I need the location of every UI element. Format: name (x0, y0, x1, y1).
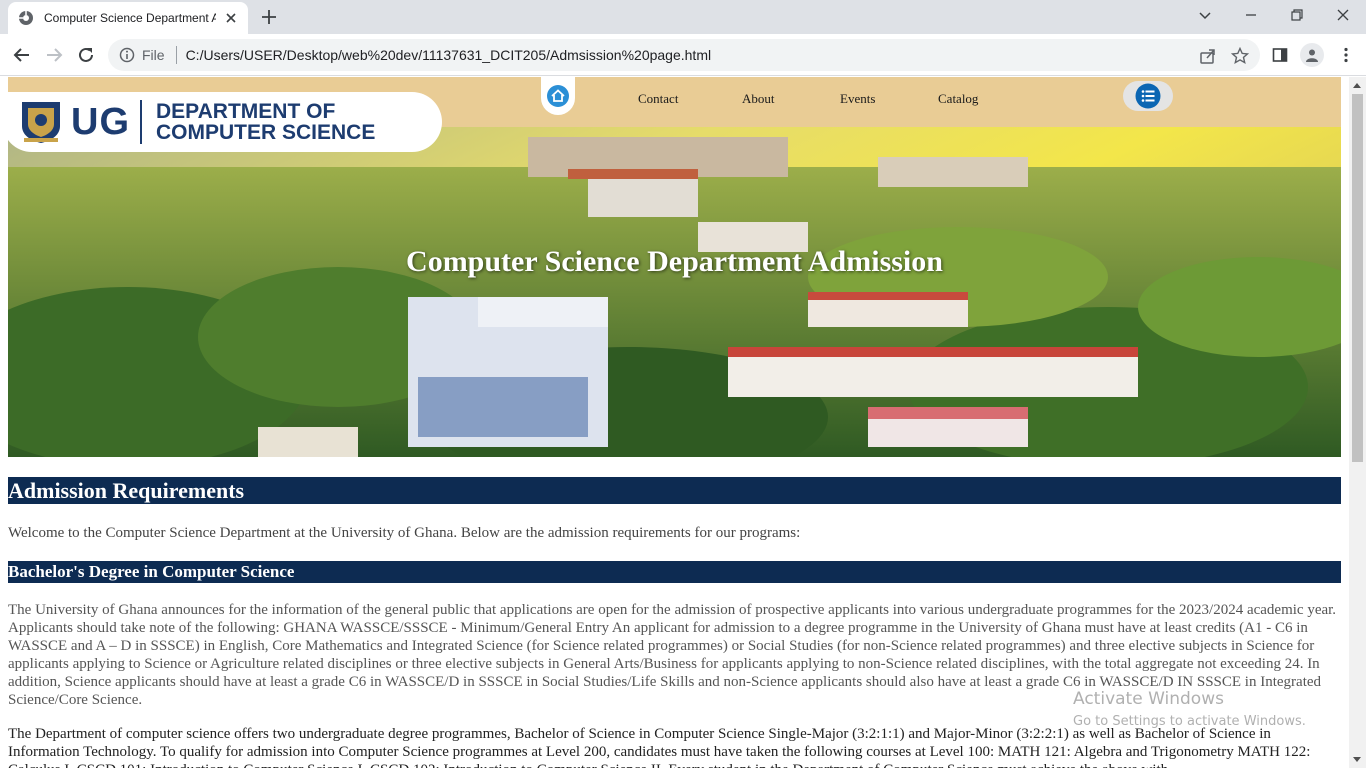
home-button[interactable] (541, 77, 575, 115)
hero-banner: Contact About Events Catalog UG DEPARTME… (8, 77, 1341, 457)
admission-requirements-heading: Admission Requirements (8, 477, 1341, 504)
menu-button[interactable] (1123, 81, 1173, 111)
university-crest-icon (20, 100, 62, 144)
hero-title: Computer Science Department Admission (406, 245, 943, 278)
scroll-thumb[interactable] (1352, 94, 1363, 462)
home-icon (547, 85, 569, 107)
back-icon[interactable] (12, 45, 32, 65)
tab-strip: Computer Science Department Admission (0, 0, 1366, 34)
nav-link-about[interactable]: About (742, 91, 775, 107)
scroll-down-arrow-icon[interactable] (1353, 757, 1361, 762)
new-tab-icon[interactable] (260, 8, 278, 26)
watermark-line-2: Go to Settings to activate Windows. (1073, 714, 1306, 729)
nav-link-contact[interactable]: Contact (638, 91, 678, 107)
minimize-icon[interactable] (1242, 6, 1260, 24)
watermark-line-1: Activate Windows (1073, 689, 1224, 709)
page-viewport: Contact About Events Catalog UG DEPARTME… (0, 77, 1349, 768)
department-wordmark: DEPARTMENT OF COMPUTER SCIENCE (156, 101, 375, 143)
intro-paragraph: Welcome to the Computer Science Departme… (8, 525, 801, 541)
reload-icon[interactable] (76, 45, 96, 65)
dept-line-2: COMPUTER SCIENCE (156, 121, 376, 144)
bachelors-degree-heading: Bachelor's Degree in Computer Science (8, 561, 1341, 583)
tab-title: Computer Science Department Admission (44, 11, 216, 25)
ug-wordmark: UG (71, 100, 130, 143)
browser-tab[interactable]: Computer Science Department Admission (8, 2, 248, 34)
omnibox-divider (175, 46, 177, 64)
list-menu-icon (1135, 83, 1161, 109)
logo-divider (140, 100, 142, 144)
side-panel-icon[interactable] (1271, 46, 1289, 64)
activate-windows-watermark: Activate Windows Go to Settings to activ… (1073, 689, 1306, 729)
url-text[interactable]: C:/Users/USER/Desktop/web%20dev/11137631… (186, 47, 712, 63)
programmes-paragraph: The Department of computer science offer… (8, 726, 1311, 768)
info-icon[interactable] (119, 47, 135, 63)
dept-line-1: DEPARTMENT OF (156, 100, 336, 123)
page-scrollbar[interactable] (1349, 77, 1366, 768)
restore-icon[interactable] (1288, 6, 1306, 24)
profile-avatar[interactable] (1300, 43, 1324, 67)
bookmark-star-icon[interactable] (1231, 47, 1249, 65)
scroll-up-arrow-icon[interactable] (1353, 83, 1361, 88)
profile-icon (1300, 43, 1324, 67)
file-label: File (142, 47, 165, 63)
close-window-icon[interactable] (1334, 6, 1352, 24)
address-bar[interactable]: File C:/Users/USER/Desktop/web%20dev/111… (108, 39, 1260, 71)
tab-search-chevron-icon[interactable] (1196, 6, 1214, 24)
nav-link-events[interactable]: Events (840, 91, 875, 107)
close-tab-icon[interactable] (224, 11, 238, 25)
nav-link-catalog[interactable]: Catalog (938, 91, 978, 107)
globe-icon (18, 10, 34, 26)
kebab-menu-icon[interactable] (1337, 46, 1355, 64)
department-logo[interactable]: UG DEPARTMENT OF COMPUTER SCIENCE (8, 92, 442, 152)
forward-icon[interactable] (44, 45, 64, 65)
share-icon[interactable] (1199, 47, 1217, 65)
browser-toolbar: File C:/Users/USER/Desktop/web%20dev/111… (0, 34, 1366, 76)
